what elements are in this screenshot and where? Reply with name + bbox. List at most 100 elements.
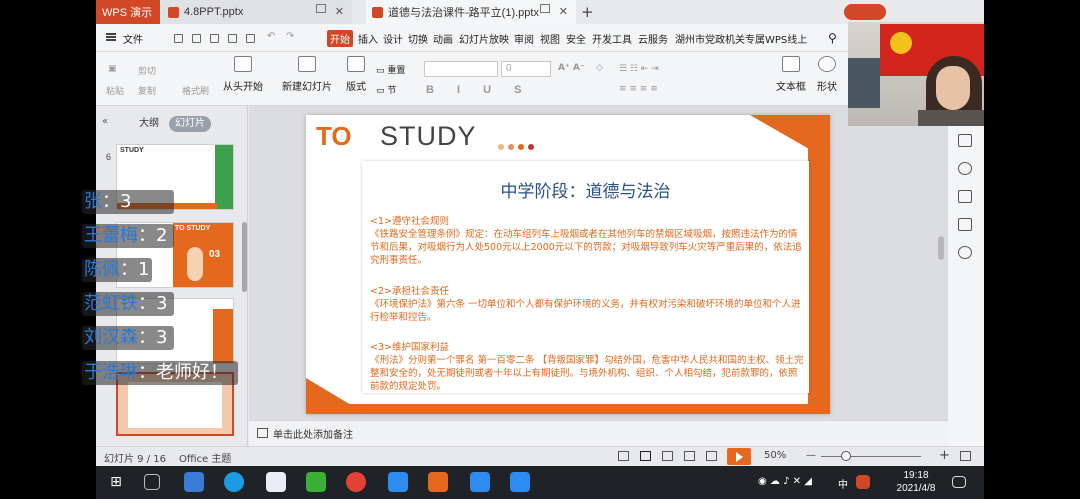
redo-icon[interactable]: ↷ (286, 31, 294, 42)
windows-taskbar: ⊞ ◉ ☁ ♪ ✕ ◢ 中 19:18 2021/4/8 (96, 466, 984, 499)
new-tab-plus-icon[interactable]: + (581, 3, 594, 21)
tray-icons[interactable]: ◉ ☁ ♪ ✕ ◢ (758, 476, 812, 487)
sorter-view-icon[interactable] (662, 451, 673, 461)
menu-design[interactable]: 设计 (383, 31, 403, 46)
app-icon[interactable] (388, 472, 408, 492)
font-size-select[interactable]: 0 (501, 61, 551, 77)
menu-file[interactable]: 文件 (123, 31, 143, 46)
menu-transitions[interactable]: 切换 (408, 31, 428, 46)
copy-button[interactable]: 复制 (138, 84, 156, 97)
history-icon[interactable] (958, 246, 972, 259)
print-preview-icon[interactable] (246, 34, 255, 43)
thumb-person-illustration (187, 247, 203, 281)
notifications-icon[interactable] (952, 476, 966, 488)
tab-bar: WPS 演示 4.8PPT.pptx ✕ 道德与法治课件-路平立(1).pptx… (96, 0, 984, 24)
align-icon[interactable]: ≡ ≡ ≡ ≡ (619, 84, 658, 94)
menu-slideshow[interactable]: 幻灯片放映 (459, 31, 509, 46)
wps-tray-icon[interactable] (856, 475, 870, 489)
grow-font-icon[interactable]: A⁺ A⁻ (558, 63, 585, 73)
tab-document-1[interactable]: 4.8PPT.pptx ✕ (162, 0, 352, 24)
animation-icon[interactable] (958, 190, 972, 203)
zoom-out-icon[interactable]: — (806, 450, 816, 461)
new-slide-button[interactable]: 新建幻灯片 (282, 56, 332, 93)
app-icon[interactable] (510, 472, 530, 492)
chat-separator: ： (120, 259, 138, 280)
paste-icon[interactable]: ▣ (108, 64, 117, 74)
search-icon[interactable]: ⚲ (828, 31, 837, 45)
slide-orange-bottom-bar (306, 404, 830, 414)
menu-org[interactable]: 湖州市党政机关专属WPS线上 (675, 31, 807, 46)
app-icon[interactable] (184, 472, 204, 492)
app-icon[interactable] (266, 472, 286, 492)
presenter-view-icon[interactable] (706, 451, 717, 461)
chat-separator: ： (102, 191, 120, 212)
normal-view-icon[interactable] (640, 451, 651, 461)
app-icon[interactable] (470, 472, 490, 492)
content-card[interactable]: 中学阶段：道德与法治 <1>遵守社会规则 《铁路安全管理条例》规定：在动车组列车… (362, 161, 809, 393)
windows-start-icon[interactable]: ⊞ (106, 472, 126, 492)
edge-icon[interactable] (224, 472, 244, 492)
menu-developer[interactable]: 开发工具 (592, 31, 632, 46)
layout-button[interactable]: 版式 (346, 56, 366, 93)
copy-icon[interactable] (958, 134, 972, 147)
reading-view-icon[interactable] (684, 451, 695, 461)
shape-button[interactable]: 形状 (817, 56, 837, 93)
print-icon[interactable] (228, 34, 237, 43)
menu-animations[interactable]: 动画 (433, 31, 453, 46)
zoom-in-icon[interactable]: + (939, 448, 950, 463)
settings-icon[interactable] (958, 218, 972, 231)
zoom-slider[interactable] (821, 456, 921, 457)
notes-pane[interactable]: 单击此处添加备注 (249, 420, 948, 446)
wechat-icon[interactable] (306, 472, 326, 492)
slide-canvas[interactable]: TO STUDY 中学阶段：道德与法治 <1>遵守社会规则 《铁路安全管理条例》… (306, 115, 830, 414)
tab-outline[interactable]: 大纲 (131, 116, 167, 132)
chat-message: 陈佩：1 (82, 258, 152, 282)
share-icon[interactable] (958, 162, 972, 175)
play-slideshow-button[interactable] (727, 448, 751, 465)
chat-username: 于浩琳 (84, 362, 138, 383)
menu-insert[interactable]: 插入 (358, 31, 378, 46)
tab-slides[interactable]: 幻灯片 (169, 116, 211, 132)
save-icon[interactable] (192, 34, 201, 43)
cut-button[interactable]: 剪切 (138, 64, 156, 77)
close-icon[interactable]: ✕ (559, 5, 568, 18)
zoom-slider-knob[interactable] (841, 451, 851, 461)
hamburger-icon[interactable] (106, 33, 116, 41)
tab-wps-home[interactable]: WPS 演示 (96, 0, 160, 24)
reset-button[interactable]: ▭ 重置 (376, 63, 405, 76)
font-format-row[interactable]: B I U S (426, 84, 531, 96)
thumbnail-scrollbar[interactable] (242, 222, 247, 292)
paste-button[interactable]: 粘贴 (106, 84, 124, 97)
list-icon[interactable]: ☰ ☷ ⇤ ⇥ (619, 64, 659, 74)
open-icon[interactable] (174, 34, 183, 43)
clear-format-icon[interactable]: ◇ (596, 63, 603, 73)
collapse-panel-icon[interactable]: « (102, 116, 108, 127)
tab-document-2[interactable]: 道德与法治课件-路平立(1).pptx ✕ (366, 0, 576, 24)
menu-security[interactable]: 安全 (566, 31, 586, 46)
menu-view[interactable]: 视图 (540, 31, 560, 46)
chrome-icon[interactable] (346, 472, 366, 492)
fit-window-icon[interactable] (960, 451, 971, 461)
letterbox-left (0, 0, 96, 499)
menu-review[interactable]: 审阅 (514, 31, 534, 46)
close-icon[interactable]: ✕ (335, 5, 344, 18)
account-button[interactable] (844, 4, 886, 20)
clock[interactable]: 19:18 2021/4/8 (886, 469, 946, 495)
notes-toggle-icon[interactable] (618, 451, 629, 461)
editor-scrollbar[interactable] (938, 236, 944, 260)
undo-icon[interactable]: ↶ (267, 31, 275, 42)
textbox-button[interactable]: 文本框 (776, 56, 806, 93)
export-pdf-icon[interactable] (210, 34, 219, 43)
status-bar: 幻灯片 9 / 16 Office 主题 50% — + (96, 446, 984, 466)
menu-home[interactable]: 开始 (327, 30, 353, 47)
font-name-select[interactable] (424, 61, 498, 77)
from-start-button[interactable]: 从头开始 (223, 56, 263, 93)
wps-presentation-icon[interactable] (428, 472, 448, 492)
ime-indicator[interactable]: 中 (838, 476, 848, 491)
zoom-level[interactable]: 50% (764, 450, 786, 461)
section-button[interactable]: ▭ 节 (376, 83, 396, 96)
menu-cloud[interactable]: 云服务 (638, 31, 668, 46)
theme-name[interactable]: Office 主题 (179, 450, 231, 465)
task-view-icon[interactable] (144, 474, 160, 490)
format-painter-button[interactable]: 格式刷 (182, 84, 209, 97)
